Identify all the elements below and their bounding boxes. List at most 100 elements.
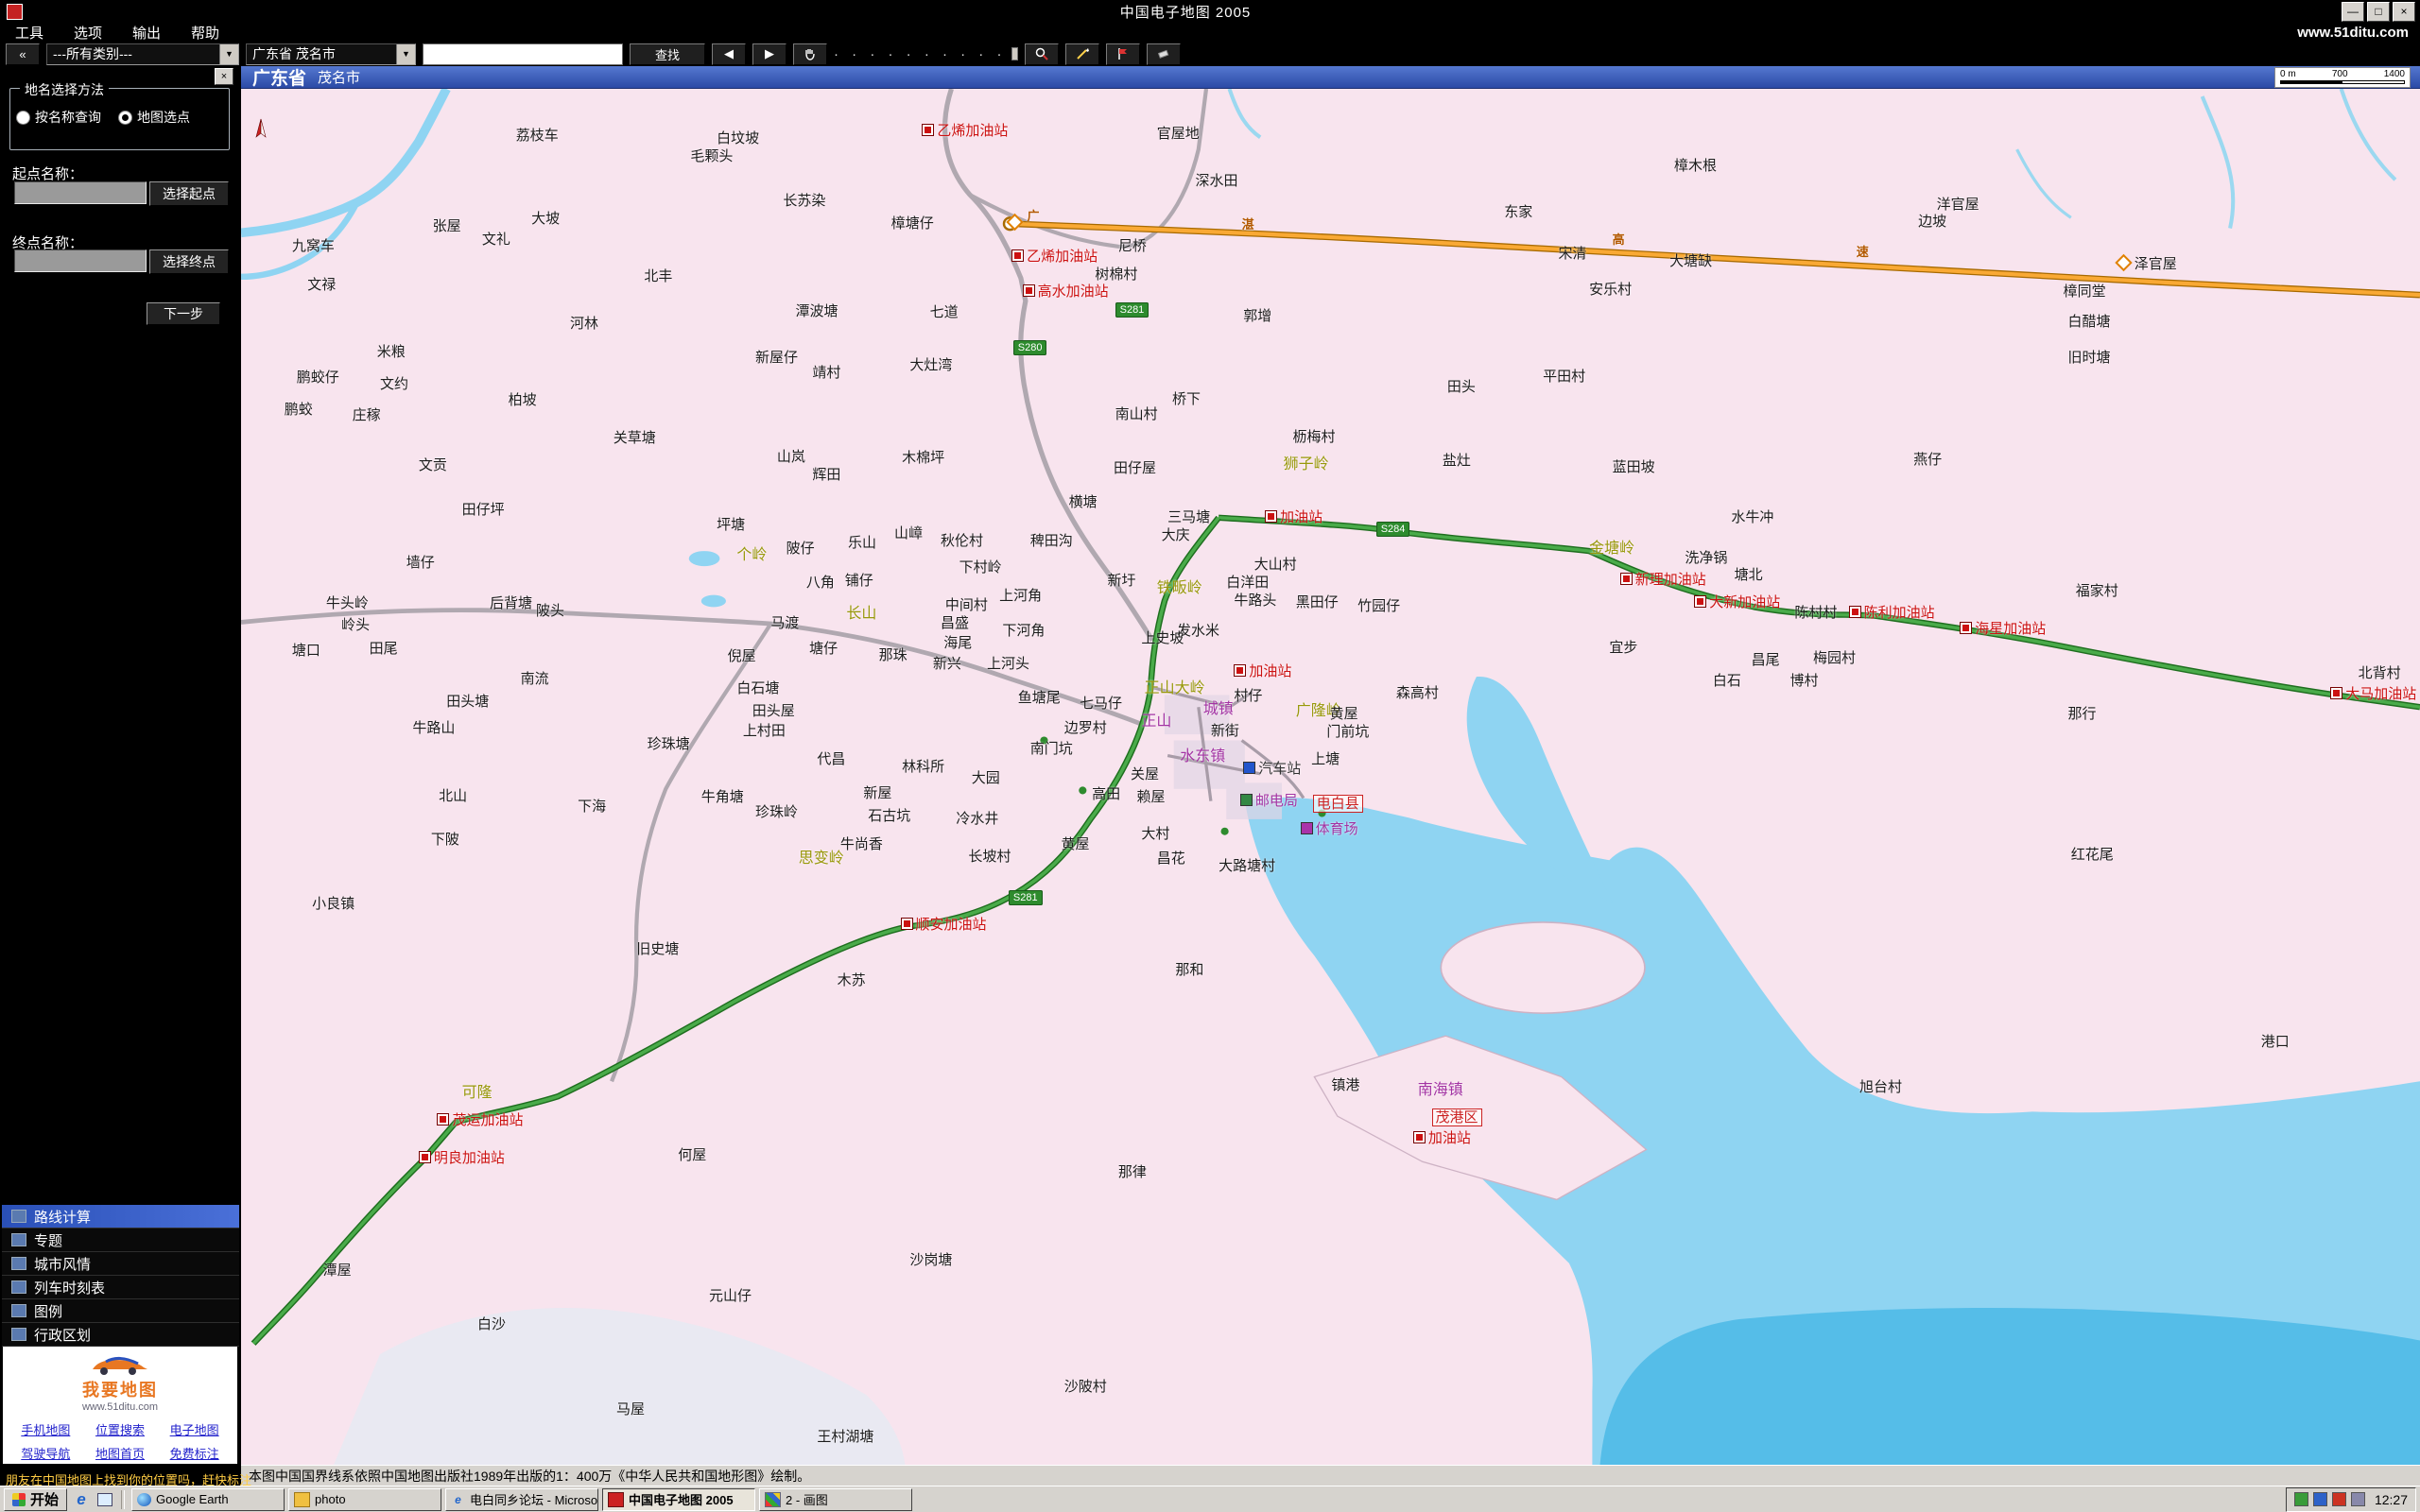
village-label[interactable]: 上河角 bbox=[999, 589, 1042, 604]
link-驾驶导航[interactable]: 驾驶导航 bbox=[13, 1444, 78, 1462]
village-label[interactable]: 那珠 bbox=[879, 648, 908, 663]
village-label[interactable]: 珍珠岭 bbox=[755, 805, 798, 820]
village-label[interactable]: 田头屋 bbox=[752, 704, 795, 719]
village-label[interactable]: 昌尾 bbox=[1752, 653, 1780, 668]
menu-输出[interactable]: 输出 bbox=[117, 23, 176, 43]
village-label[interactable]: 沙陂村 bbox=[1064, 1380, 1107, 1395]
village-label[interactable]: 河林 bbox=[570, 317, 598, 332]
village-label[interactable]: 何屋 bbox=[678, 1148, 706, 1163]
village-label[interactable]: 田尾 bbox=[370, 642, 398, 657]
link-地图首页[interactable]: 地图首页 bbox=[88, 1444, 153, 1462]
village-label[interactable]: 白沙 bbox=[477, 1317, 506, 1332]
village-label[interactable]: 鹏蛟仔 bbox=[297, 370, 339, 386]
village-label[interactable]: 荔枝车 bbox=[516, 129, 559, 144]
next-step-button[interactable]: 下一步 bbox=[147, 302, 220, 325]
taskbar-task-中国电子地图 2005[interactable]: 中国电子地图 2005 bbox=[602, 1488, 755, 1511]
village-label[interactable]: 竹园仔 bbox=[1357, 599, 1400, 614]
village-label[interactable]: 倪屋 bbox=[728, 649, 756, 664]
village-label[interactable]: 那行 bbox=[2068, 707, 2097, 722]
village-label[interactable]: 中间村 bbox=[945, 598, 988, 613]
village-label[interactable]: 边罗村 bbox=[1064, 721, 1107, 736]
road-number-badge[interactable]: S281 bbox=[1009, 889, 1043, 904]
sidebar-section-列车时刻表[interactable]: 列车时刻表 bbox=[2, 1276, 239, 1299]
village-label[interactable]: 辉田 bbox=[812, 468, 840, 483]
town-label[interactable]: 南海镇 bbox=[1418, 1083, 1463, 1098]
village-label[interactable]: 红花尾 bbox=[2071, 848, 2114, 863]
gas-station-label[interactable]: 加油站 bbox=[1413, 1131, 1471, 1146]
village-label[interactable]: 米粮 bbox=[377, 345, 406, 360]
village-label[interactable]: 马屋 bbox=[616, 1402, 645, 1418]
village-label[interactable]: 郭增 bbox=[1243, 309, 1271, 324]
category-dropdown[interactable]: ---所有类别--- ▼ bbox=[46, 43, 239, 65]
village-label[interactable]: 珍珠塘 bbox=[648, 737, 690, 752]
village-label[interactable]: 东家 bbox=[1504, 205, 1532, 220]
village-label[interactable]: 下河角 bbox=[1002, 624, 1045, 639]
village-label[interactable]: 张屋 bbox=[433, 219, 461, 234]
village-label[interactable]: 后背塘 bbox=[490, 596, 532, 611]
expressway-name-char[interactable]: 速 bbox=[1857, 245, 1869, 260]
village-label[interactable]: 上村田 bbox=[743, 724, 786, 739]
minimize-button[interactable]: — bbox=[2342, 2, 2364, 22]
village-label[interactable]: 九窝车 bbox=[292, 239, 335, 254]
village-label[interactable]: 大塘缺 bbox=[1669, 254, 1712, 269]
road-number-badge[interactable]: S281 bbox=[1115, 301, 1150, 317]
prev-view-button[interactable]: ◀ bbox=[712, 43, 746, 65]
link-手机地图[interactable]: 手机地图 bbox=[13, 1420, 78, 1438]
village-label[interactable]: 上塘 bbox=[1311, 752, 1340, 767]
village-label[interactable]: 七马仔 bbox=[1080, 696, 1122, 712]
village-label[interactable]: 鹏蛟 bbox=[285, 403, 313, 418]
village-label[interactable]: 樟木根 bbox=[1674, 159, 1717, 174]
village-label[interactable]: 新屋 bbox=[863, 786, 891, 801]
expressway-name-char[interactable]: 高 bbox=[1613, 232, 1625, 248]
village-label[interactable]: 黄屋 bbox=[1061, 837, 1089, 852]
search-input[interactable] bbox=[423, 43, 623, 65]
expressway-name-char[interactable]: 广 bbox=[1027, 209, 1039, 224]
menu-选项[interactable]: 选项 bbox=[59, 23, 117, 43]
village-label[interactable]: 尼桥 bbox=[1118, 239, 1147, 254]
village-label[interactable]: 大坡 bbox=[531, 212, 560, 227]
next-view-button[interactable]: ▶ bbox=[752, 43, 786, 65]
gas-station-label[interactable]: 加油站 bbox=[1234, 664, 1291, 679]
village-label[interactable]: 官屋地 bbox=[1157, 127, 1200, 142]
town-label[interactable]: 城镇 bbox=[1203, 702, 1234, 717]
village-label[interactable]: 下村岭 bbox=[959, 560, 1002, 576]
road-number-badge[interactable]: S284 bbox=[1376, 521, 1410, 536]
village-label[interactable]: 陂仔 bbox=[786, 541, 815, 557]
village-label[interactable]: 燕仔 bbox=[1913, 453, 1942, 468]
village-label[interactable]: 岭头 bbox=[341, 618, 370, 633]
village-label[interactable]: 潭屋 bbox=[323, 1263, 352, 1279]
gas-station-label[interactable]: 加油站 bbox=[1265, 510, 1322, 525]
show-desktop-icon[interactable] bbox=[95, 1490, 114, 1509]
village-label[interactable]: 樟同堂 bbox=[2064, 284, 2106, 300]
village-label[interactable]: 文贡 bbox=[419, 458, 447, 473]
taskbar-task-电白同乡论坛 - Microso...[interactable]: e电白同乡论坛 - Microso... bbox=[445, 1488, 598, 1511]
village-label[interactable]: 桥下 bbox=[1172, 392, 1201, 407]
menu-帮助[interactable]: 帮助 bbox=[176, 23, 234, 43]
radio-icon[interactable] bbox=[16, 111, 30, 125]
village-label[interactable]: 乐山 bbox=[848, 536, 876, 551]
start-button[interactable]: 开始 bbox=[4, 1488, 67, 1511]
village-label[interactable]: 坪塘 bbox=[717, 518, 745, 533]
village-label[interactable]: 新街 bbox=[1211, 724, 1239, 739]
village-label[interactable]: 高田 bbox=[1092, 787, 1120, 802]
measure-pen-icon[interactable] bbox=[1065, 43, 1099, 65]
district-label[interactable]: 茂港区 bbox=[1432, 1110, 1482, 1125]
village-label[interactable]: 蓝田坡 bbox=[1613, 460, 1655, 475]
village-label[interactable]: 横塘 bbox=[1069, 495, 1098, 510]
village-label[interactable]: 那和 bbox=[1175, 963, 1203, 978]
village-label[interactable]: 上河头 bbox=[987, 657, 1029, 672]
collapse-panel-button[interactable]: « bbox=[6, 43, 40, 65]
radio-option[interactable]: 地图选点 bbox=[118, 108, 190, 127]
hill-label[interactable]: 狮子岭 bbox=[1284, 457, 1329, 472]
hill-label[interactable]: 个岭 bbox=[736, 548, 767, 563]
village-label[interactable]: 牛头岭 bbox=[326, 596, 369, 611]
village-label[interactable]: 下陂 bbox=[431, 833, 459, 848]
zoom-dots-slider[interactable]: · · · · · · · · · · bbox=[834, 46, 1018, 62]
sidebar-section-城市风情[interactable]: 城市风情 bbox=[2, 1252, 239, 1276]
sidebar-section-路线计算[interactable]: 路线计算 bbox=[2, 1205, 239, 1228]
gas-station-label[interactable]: 明良加油站 bbox=[419, 1151, 505, 1166]
expressway-marker-icon[interactable] bbox=[2118, 257, 2130, 273]
village-label[interactable]: 冷水井 bbox=[956, 812, 998, 827]
town-label[interactable]: 正山 bbox=[1141, 714, 1171, 730]
village-label[interactable]: 代昌 bbox=[817, 752, 845, 767]
